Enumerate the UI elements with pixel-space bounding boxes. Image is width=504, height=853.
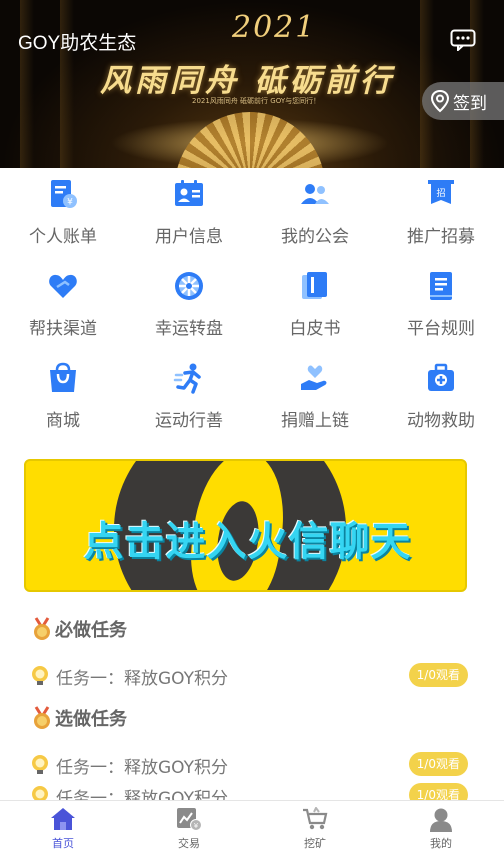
running-icon [173, 363, 201, 394]
bulb-icon [32, 666, 48, 685]
menu-item-label: 运动行善 [155, 411, 223, 431]
medal-icon [34, 706, 50, 729]
menu-item-recruit[interactable]: 招 推广招募 [378, 170, 504, 260]
home-icon [51, 808, 75, 830]
medal-icon [34, 617, 50, 640]
bill-icon: ¥ [51, 180, 77, 208]
task-label: 任务一：释放GOY积分 [56, 668, 229, 689]
menu-item-animal-rescue[interactable]: 动物救助 [378, 354, 504, 444]
menu-item-label: 我的公会 [281, 227, 349, 247]
menu-item-label: 用户信息 [155, 227, 223, 247]
tab-label: 交易 [178, 837, 200, 850]
menu-item-label: 幸运转盘 [155, 319, 223, 339]
menu-item-sport-charity[interactable]: 运动行善 [126, 354, 252, 444]
menu-item-user-info[interactable]: 用户信息 [126, 170, 252, 260]
checkin-label: 签到 [453, 93, 487, 114]
message-bubble-icon[interactable] [450, 29, 476, 51]
tab-profile[interactable]: 我的 [378, 801, 504, 853]
wheel-icon [175, 272, 203, 300]
header-banner: 2021 风雨同舟 砥砺前行 2021风雨同舟 砥砺前行 GOY与您同行！ GO… [0, 0, 504, 168]
id-card-icon [175, 180, 203, 206]
curtain-decoration [20, 0, 34, 168]
menu-item-label: 平台规则 [407, 319, 475, 339]
tab-label: 挖矿 [304, 837, 326, 850]
tab-label: 我的 [430, 837, 452, 850]
medical-kit-icon [428, 363, 454, 391]
app-title: GOY助农生态 [18, 33, 137, 54]
banner-year: 2021 [232, 10, 317, 45]
checkin-button[interactable]: 签到 [422, 82, 504, 120]
menu-item-label: 推广招募 [407, 227, 475, 247]
menu-item-label: 捐赠上链 [281, 411, 349, 431]
menu-item-lucky-wheel[interactable]: 幸运转盘 [126, 262, 252, 352]
menu-item-guild[interactable]: 我的公会 [252, 170, 378, 260]
trade-chart-icon: ¥ [177, 808, 202, 831]
donation-hand-icon [301, 365, 327, 390]
required-tasks-title: 必做任务 [31, 616, 127, 642]
location-pin-icon [430, 89, 450, 113]
task-progress-badge[interactable]: 1/0观看 [408, 752, 468, 776]
curtain-decoration [60, 0, 74, 168]
menu-item-label: 商城 [46, 411, 80, 431]
task-label: 任务一：释放GOY积分 [56, 757, 229, 778]
tab-mining[interactable]: 挖矿 [252, 801, 378, 853]
svg-text:招: 招 [436, 187, 445, 199]
mining-cart-icon [303, 807, 328, 830]
banner-subline: 2021风雨同舟 砥砺前行 GOY与您同行！ [192, 97, 321, 105]
svg-text:¥: ¥ [194, 822, 199, 830]
banner-slogan: 风雨同舟 砥砺前行 [100, 63, 395, 99]
bottom-tab-bar: 首页 ¥ 交易 挖矿 我的 [0, 800, 504, 853]
menu-item-label: 动物救助 [407, 411, 475, 431]
app-page: 2021 风雨同舟 砥砺前行 2021风雨同舟 砥砺前行 GOY与您同行！ GO… [0, 0, 504, 853]
bulb-icon [32, 755, 48, 774]
menu-item-mall[interactable]: 商城 [0, 354, 126, 444]
tab-trade[interactable]: ¥ 交易 [126, 801, 252, 853]
menu-item-assist[interactable]: 帮扶渠道 [0, 262, 126, 352]
shopping-bag-icon [50, 362, 76, 392]
task-row[interactable]: 任务一：释放GOY积分 1/0观看 [30, 663, 468, 689]
menu-item-rules[interactable]: 平台规则 [378, 262, 504, 352]
users-icon [301, 184, 329, 204]
menu-item-label: 白皮书 [289, 319, 341, 339]
heart-hands-icon [49, 274, 77, 298]
chat-promo-banner[interactable]: 点击进入火信聊天 [24, 459, 467, 592]
section-title-text: 选做任务 [55, 709, 127, 730]
task-row[interactable]: 任务一：释放GOY积分 1/0观看 [30, 752, 468, 778]
menu-item-whitepaper[interactable]: 白皮书 [252, 262, 378, 352]
tab-label: 首页 [52, 837, 74, 850]
recruit-banner-icon: 招 [428, 180, 454, 204]
book-icon [302, 272, 327, 299]
menu-item-label: 个人账单 [29, 227, 97, 247]
svg-text:¥: ¥ [67, 198, 73, 208]
menu-item-bill[interactable]: ¥ 个人账单 [0, 170, 126, 260]
optional-tasks-title: 选做任务 [31, 705, 127, 731]
rules-book-icon [430, 272, 452, 300]
section-title-text: 必做任务 [55, 620, 127, 641]
promo-text: 点击进入火信聊天 [83, 519, 412, 565]
task-progress-badge[interactable]: 1/0观看 [408, 663, 468, 687]
menu-item-label: 帮扶渠道 [29, 319, 97, 339]
menu-item-donation-chain[interactable]: 捐赠上链 [252, 354, 378, 444]
tab-home[interactable]: 首页 [0, 801, 126, 853]
user-icon [430, 808, 452, 832]
